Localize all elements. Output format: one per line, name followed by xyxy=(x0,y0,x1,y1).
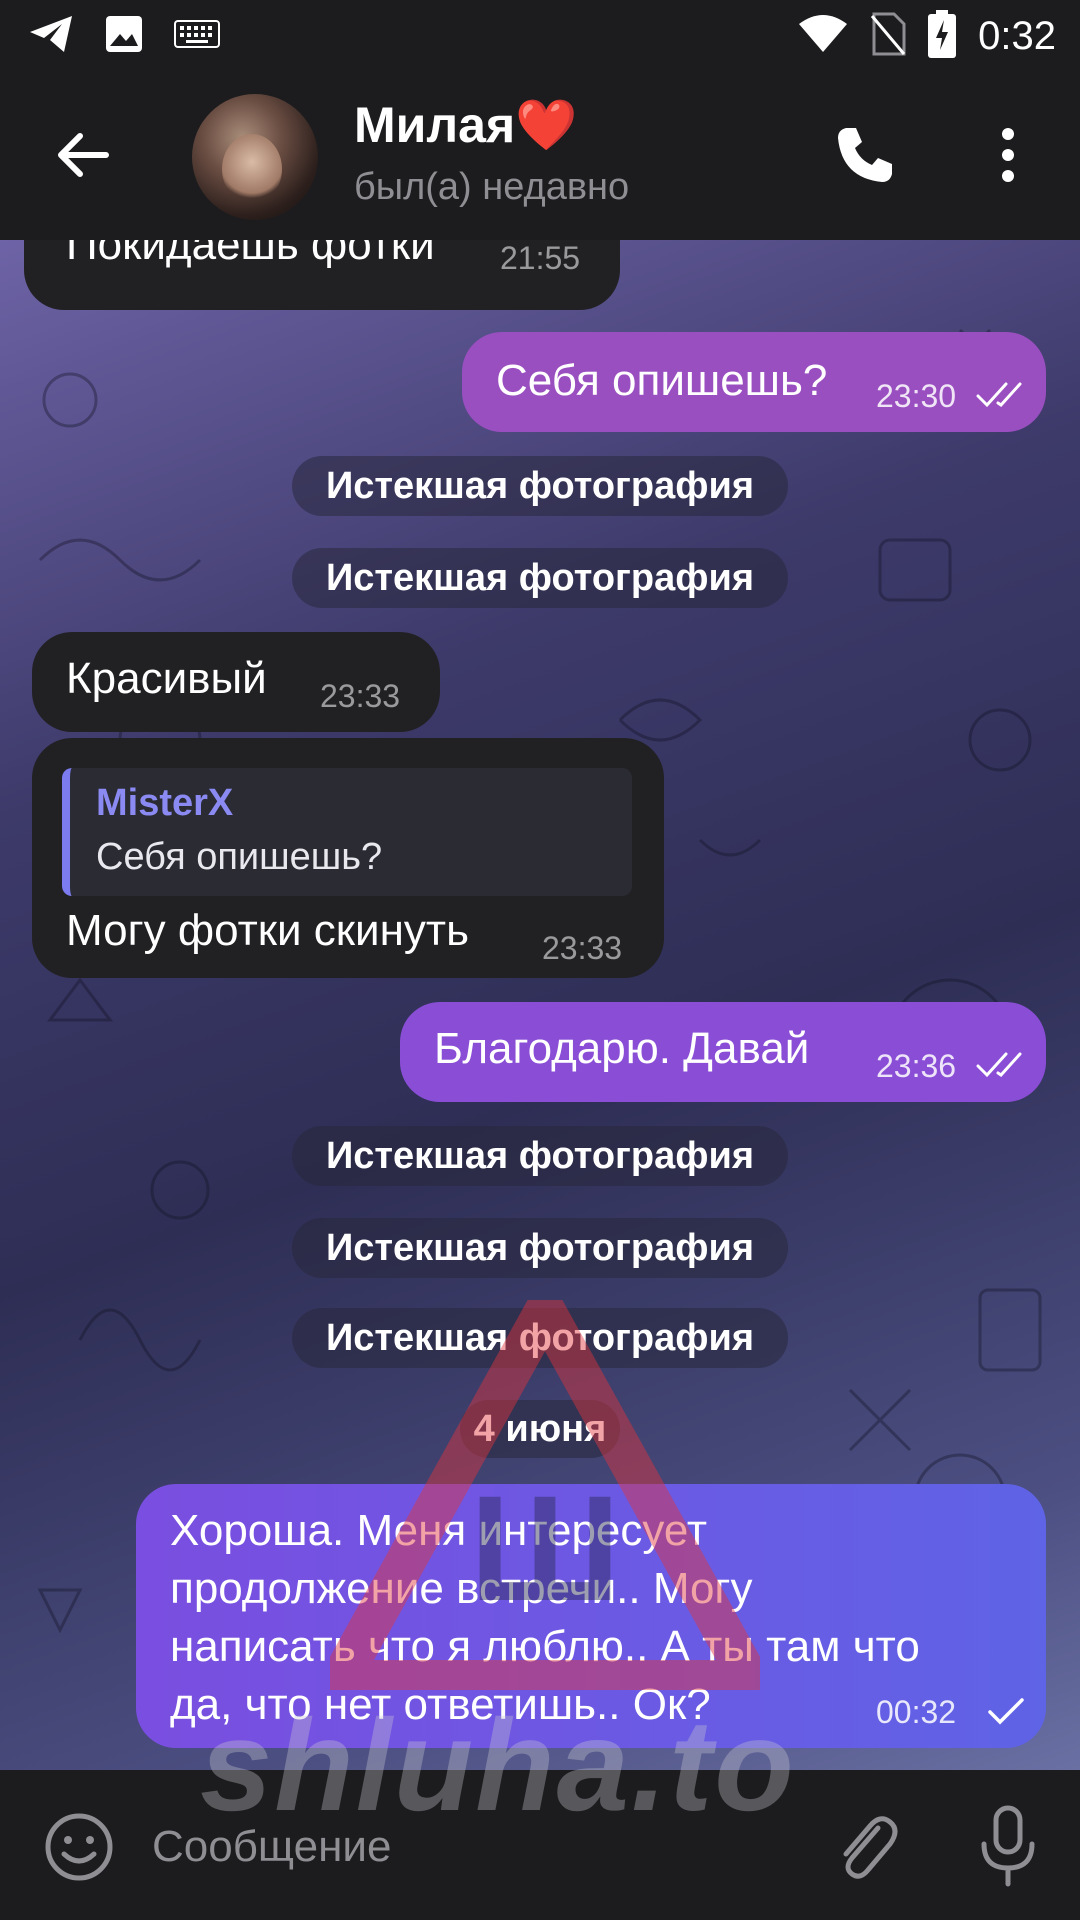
back-arrow-icon xyxy=(58,133,109,177)
expired-photo-notice[interactable]: Истекшая фотография xyxy=(292,1126,788,1186)
phone-icon xyxy=(838,128,892,182)
call-button[interactable] xyxy=(832,122,898,188)
double-check-icon xyxy=(976,382,1022,408)
no-sim-icon xyxy=(870,12,906,61)
message-text: Могу фотки скинуть xyxy=(66,906,470,955)
emoji-icon xyxy=(45,1813,113,1881)
reply-quote[interactable]: MisterX Себя опишешь? xyxy=(62,768,632,896)
battery-charging-icon xyxy=(928,9,957,63)
back-button[interactable] xyxy=(50,122,116,188)
image-icon xyxy=(104,14,144,59)
avatar[interactable] xyxy=(192,94,318,220)
emoji-button[interactable] xyxy=(44,1812,114,1882)
expired-photo-notice[interactable]: Истекшая фотография xyxy=(292,1218,788,1278)
message-text: Красивый xyxy=(66,654,267,703)
more-menu-button[interactable] xyxy=(990,122,1026,188)
message-outgoing[interactable]: Себя опишешь? 23:30 xyxy=(462,332,1046,432)
watermark-letter: Ш xyxy=(470,1464,621,1632)
chat-header: Милая❤️ был(а) недавно xyxy=(0,72,1080,240)
chat-title[interactable]: Милая❤️ xyxy=(354,96,577,155)
reply-text: Себя опишешь? xyxy=(96,836,383,878)
chat-name: Милая xyxy=(354,97,516,153)
more-vertical-icon xyxy=(1002,128,1014,182)
watermark-text: shluha.to xyxy=(200,1692,796,1838)
message-time: 23:36 xyxy=(876,1048,957,1084)
status-bar: 0:32 xyxy=(0,0,1080,72)
message-time: 23:33 xyxy=(320,678,401,714)
keyboard-icon xyxy=(174,19,220,54)
message-outgoing[interactable]: Благодарю. Давай 23:36 xyxy=(400,1002,1046,1102)
message-incoming[interactable]: Красивый 23:33 xyxy=(32,632,440,732)
microphone-button[interactable] xyxy=(978,1804,1038,1888)
message-text: Себя опишешь? xyxy=(496,356,828,405)
status-bar-right: 0:32 xyxy=(798,9,1056,63)
reply-author: MisterX xyxy=(96,782,234,824)
message-time: 21:55 xyxy=(500,240,581,276)
attach-icon xyxy=(843,1816,898,1879)
message-incoming[interactable]: Покидаешь фотки 21:55 xyxy=(24,240,620,310)
chat-status: был(а) недавно xyxy=(354,166,630,208)
message-text: Покидаешь фотки xyxy=(66,240,435,269)
message-time: 23:33 xyxy=(542,930,623,966)
message-time: 23:30 xyxy=(876,378,957,414)
status-time: 0:32 xyxy=(978,13,1056,58)
message-time: 00:32 xyxy=(876,1694,957,1730)
expired-photo-notice[interactable]: Истекшая фотография xyxy=(292,456,788,516)
message-text: Благодарю. Давай xyxy=(434,1024,810,1073)
watermark-logo: Ш xyxy=(330,1300,760,1690)
single-check-icon xyxy=(988,1698,1024,1725)
message-incoming-reply[interactable]: MisterX Себя опишешь? Могу фотки скинуть… xyxy=(32,738,664,978)
expired-photo-notice[interactable]: Истекшая фотография xyxy=(292,548,788,608)
telegram-icon xyxy=(28,14,74,59)
double-check-icon xyxy=(976,1052,1022,1078)
status-bar-left xyxy=(28,14,220,58)
microphone-icon xyxy=(981,1805,1035,1887)
heart-emoji: ❤️ xyxy=(515,97,578,153)
wifi-icon xyxy=(798,14,848,59)
attach-button[interactable] xyxy=(830,1806,900,1886)
